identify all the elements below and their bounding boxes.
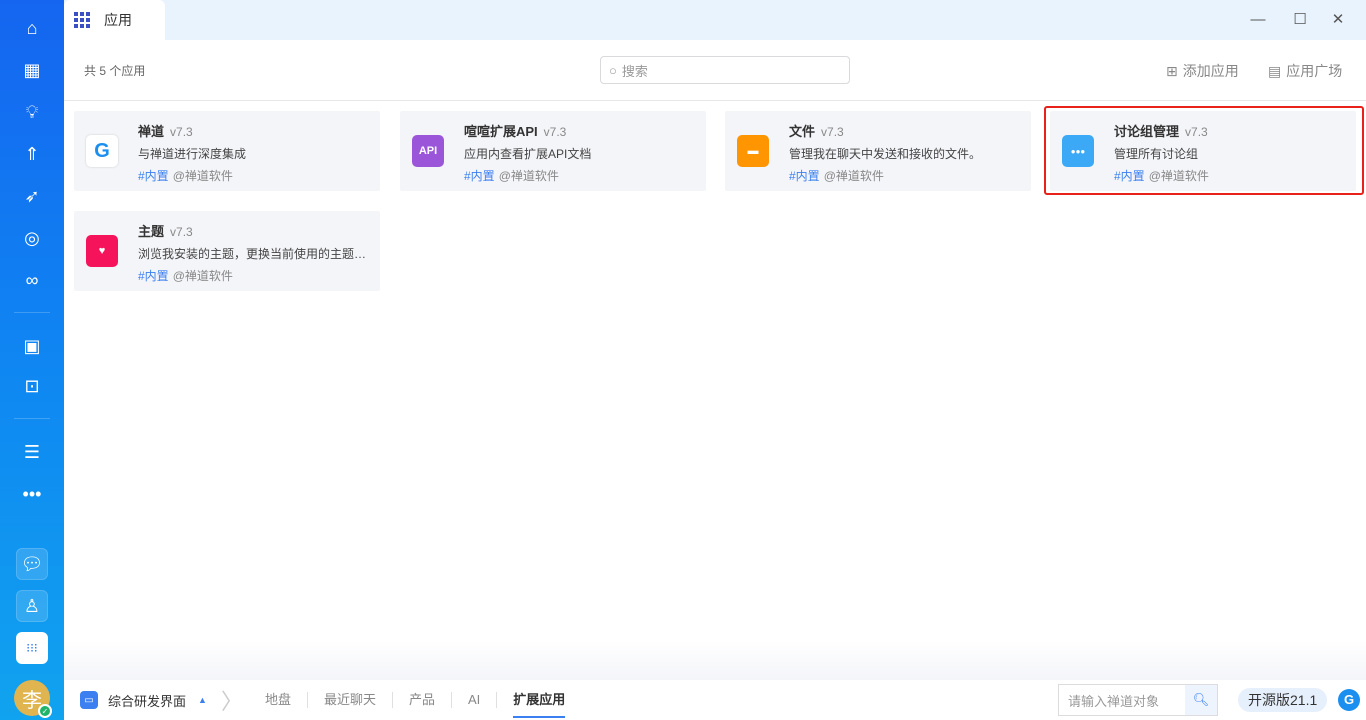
zentao-search-placeholder: 请输入禅道对象 bbox=[1068, 693, 1160, 709]
store-icon: ▤ bbox=[1268, 62, 1282, 79]
app-author: @禅道软件 bbox=[498, 169, 559, 183]
selection-highlight bbox=[1044, 106, 1364, 195]
avatar[interactable]: 李 ✓ bbox=[14, 680, 52, 718]
user-icon[interactable]: ♙ bbox=[16, 590, 48, 622]
app-meta: #内置 @禅道软件 bbox=[789, 167, 884, 184]
robot-icon[interactable]: ▣ bbox=[16, 330, 48, 362]
app-description: 管理我在聊天中发送和接收的文件。 bbox=[789, 147, 982, 161]
add-app-label: 添加应用 bbox=[1182, 63, 1239, 79]
caret-up-icon: ▲ bbox=[198, 695, 207, 705]
app-name-text: 禅道 bbox=[138, 124, 165, 139]
workspace-label: 综合研发界面 bbox=[108, 693, 187, 709]
nav-dashboard[interactable]: 地盘 bbox=[249, 692, 308, 708]
app-tag[interactable]: #内置 bbox=[789, 169, 820, 183]
search-input[interactable]: ○ 搜索 bbox=[600, 56, 850, 84]
chat-icon[interactable]: 💬︎ bbox=[16, 548, 48, 580]
apps-grid-icon bbox=[74, 12, 90, 28]
maximize-button[interactable]: ☐ bbox=[1290, 10, 1310, 30]
add-app-icon: ⊞ bbox=[1166, 62, 1178, 79]
chevron-separator-icon: 〉 bbox=[220, 689, 243, 714]
app-name: 文件 v7.3 bbox=[789, 121, 844, 140]
app-meta: #内置 @禅道软件 bbox=[138, 267, 233, 284]
app-name-text: 主题 bbox=[138, 224, 165, 239]
app-author: @禅道软件 bbox=[172, 169, 233, 183]
app-description: 与禅道进行深度集成 bbox=[138, 147, 247, 161]
balloon-icon: ♥ bbox=[86, 235, 118, 267]
zentao-logo-icon[interactable]: G bbox=[1338, 689, 1360, 711]
sidebar: ⌂ ▦ 💡︎ ⇑ ➶ ◎ ∞ ▣ ⊡ ☰ ••• 💬︎ ♙ ⁝⁝⁝ 李 ✓ bbox=[0, 0, 64, 720]
app-version: v7.3 bbox=[543, 125, 567, 139]
app-tag[interactable]: #内置 bbox=[138, 169, 169, 183]
app-tag[interactable]: #内置 bbox=[464, 169, 495, 183]
app-market-button[interactable]: ▤ 应用广场 bbox=[1268, 61, 1342, 81]
apps-icon[interactable]: ⁝⁝⁝ bbox=[16, 632, 48, 664]
app-description: 应用内查看扩展API文档 bbox=[464, 147, 592, 161]
tab-apps[interactable]: 应用 bbox=[64, 0, 165, 40]
app-author: @禅道软件 bbox=[823, 169, 884, 183]
close-button[interactable]: ✕ bbox=[1328, 10, 1348, 30]
rocket-icon[interactable]: ⇑ bbox=[16, 138, 48, 170]
layers-icon[interactable]: ☰ bbox=[16, 436, 48, 468]
bottom-bar: ▭ 综合研发界面 ▲ 〉 地盘 最近聊天 产品 AI 扩展应用 请输入禅道对象 🔍… bbox=[64, 680, 1366, 720]
app-tag[interactable]: #内置 bbox=[138, 269, 169, 283]
app-meta: #内置 @禅道软件 bbox=[138, 167, 233, 184]
infinity-icon[interactable]: ∞ bbox=[16, 264, 48, 296]
monitor-icon: ▭ bbox=[80, 691, 98, 709]
app-description: 浏览我安装的主题，更换当前使用的主题… bbox=[138, 247, 367, 261]
folder-icon: ▬ bbox=[737, 135, 769, 167]
app-card[interactable]: G 禅道 v7.3 与禅道进行深度集成 #内置 @禅道软件 bbox=[74, 111, 380, 191]
api-icon: API bbox=[412, 135, 444, 167]
search-icon[interactable]: 🔍︎ bbox=[1185, 685, 1217, 715]
home-icon[interactable]: ⌂ bbox=[16, 12, 48, 44]
app-version: v7.3 bbox=[821, 125, 844, 139]
zentao-search-input[interactable]: 请输入禅道对象 🔍︎ bbox=[1058, 684, 1218, 716]
presentation-chart-icon[interactable]: ⊡ bbox=[16, 370, 48, 402]
app-name: 喧喧扩展API v7.3 bbox=[464, 121, 566, 140]
app-version: v7.3 bbox=[170, 225, 193, 239]
nav-product[interactable]: 产品 bbox=[393, 692, 452, 708]
more-icon[interactable]: ••• bbox=[16, 478, 48, 510]
divider bbox=[14, 312, 50, 313]
search-icon: ○ bbox=[609, 62, 617, 78]
sprint-runner-icon[interactable]: ➶ bbox=[16, 180, 48, 212]
zentao-logo: G bbox=[86, 135, 118, 167]
workspace-selector[interactable]: ▭ 综合研发界面 ▲ 〉 bbox=[80, 684, 249, 716]
bottom-fade bbox=[64, 640, 1366, 680]
tab-title: 应用 bbox=[104, 12, 132, 28]
app-count: 共 5 个应用 bbox=[84, 64, 146, 78]
app-card[interactable]: ▬ 文件 v7.3 管理我在聊天中发送和接收的文件。 #内置 @禅道软件 bbox=[725, 111, 1031, 191]
lightbulb-icon[interactable]: 💡︎ bbox=[16, 96, 48, 128]
edition-badge: 开源版21.1 bbox=[1238, 688, 1328, 712]
dashboard-grid-icon[interactable]: ▦ bbox=[16, 54, 48, 86]
nav-recent-chats[interactable]: 最近聊天 bbox=[308, 692, 393, 708]
search-placeholder: 搜索 bbox=[621, 63, 648, 79]
app-name-text: 文件 bbox=[789, 124, 816, 139]
add-app-button[interactable]: ⊞ 添加应用 bbox=[1166, 61, 1239, 81]
app-name: 主题 v7.3 bbox=[138, 221, 193, 240]
app-version: v7.3 bbox=[170, 125, 193, 139]
nav-extensions[interactable]: 扩展应用 bbox=[497, 692, 581, 718]
online-check-icon: ✓ bbox=[38, 704, 52, 718]
app-card[interactable]: API 喧喧扩展API v7.3 应用内查看扩展API文档 #内置 @禅道软件 bbox=[400, 111, 706, 191]
app-meta: #内置 @禅道软件 bbox=[464, 167, 559, 184]
app-author: @禅道软件 bbox=[172, 269, 233, 283]
app-name: 禅道 v7.3 bbox=[138, 121, 193, 140]
app-card[interactable]: ♥ 主题 v7.3 浏览我安装的主题，更换当前使用的主题… #内置 @禅道软件 bbox=[74, 211, 380, 291]
nav-ai[interactable]: AI bbox=[452, 692, 498, 708]
app-market-label: 应用广场 bbox=[1286, 63, 1343, 79]
app-name-text: 喧喧扩展API bbox=[464, 124, 538, 139]
divider bbox=[14, 418, 50, 419]
apps-header: 共 5 个应用 ○ 搜索 ⊞ 添加应用 ▤ 应用广场 bbox=[64, 40, 1366, 101]
search-q-icon[interactable]: ◎ bbox=[16, 222, 48, 254]
minimize-button[interactable]: — bbox=[1248, 10, 1268, 30]
tab-bar: 应用 — ☐ ✕ bbox=[64, 0, 1366, 40]
